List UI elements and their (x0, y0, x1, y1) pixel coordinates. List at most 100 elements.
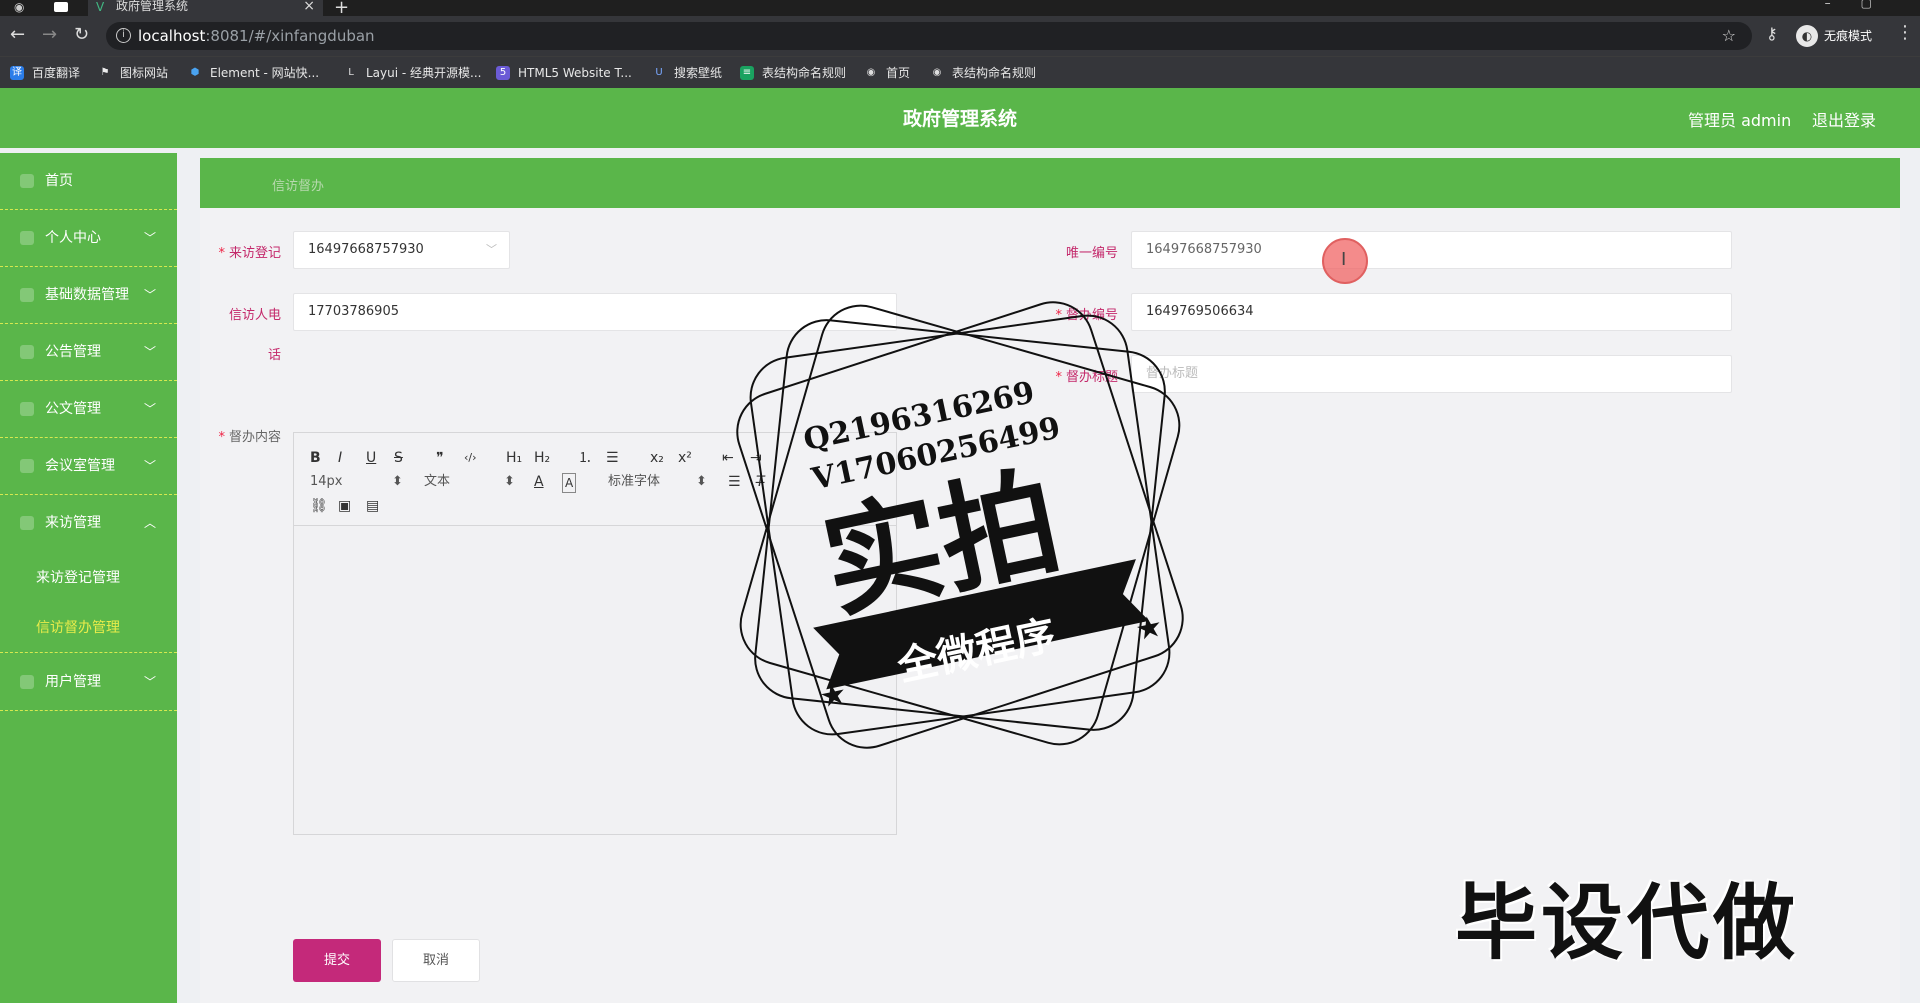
submit-button[interactable]: 提交 (293, 939, 381, 982)
back-icon[interactable]: ← (10, 24, 25, 45)
sidebar-subitem-petition-supervise[interactable]: 信访督办管理 (0, 603, 177, 653)
window-icon (54, 2, 68, 12)
supervise-title-input[interactable]: 督办标题 (1131, 355, 1732, 393)
phone-label: 信访人电 (228, 308, 281, 323)
image-icon[interactable]: ▣ (338, 497, 351, 515)
font-color-icon[interactable]: A (534, 473, 544, 491)
sidebar-item-document[interactable]: 公文管理 ﹀ (0, 381, 177, 438)
bookmark-item[interactable]: 5 HTML5 Website T... (496, 64, 632, 82)
bold-icon[interactable]: B (310, 449, 321, 467)
admin-label: 管理员 admin (1688, 111, 1792, 130)
supervise-no-input[interactable]: 1649769506634 (1131, 293, 1732, 331)
address-bar[interactable]: i localhost:8081/#/xinfangduban ☆ (106, 22, 1752, 50)
breadcrumb: 信访督办 (272, 179, 325, 194)
unique-no-input[interactable]: 16497668757930 (1131, 231, 1732, 269)
notice-icon (20, 345, 34, 359)
bookmark-item[interactable]: L Layui - 经典开源模... (344, 64, 481, 82)
sidebar-item-notice[interactable]: 公告管理 ﹀ (0, 324, 177, 381)
sidebar-item-users[interactable]: 用户管理 ﹀ (0, 654, 177, 711)
sidebar: 首页 个人中心 ﹀ 基础数据管理 ﹀ 公告管理 ﹀ 公文管理 ﹀ 会议室管理 ﹀ 来访管理… (0, 153, 177, 1003)
ordered-list-icon[interactable]: ⒈ (578, 449, 592, 467)
visit-icon (20, 516, 34, 530)
content-label: * 督办内容 (218, 430, 281, 445)
bookmark-item[interactable]: ◉ 表结构命名规则 (930, 64, 1036, 82)
chevron-down-icon: ﹀ (486, 243, 497, 256)
video-icon[interactable]: ▤ (366, 497, 379, 515)
h2-icon[interactable]: H₂ (534, 449, 550, 467)
background-color-icon[interactable]: A (562, 473, 577, 493)
bullet-list-icon[interactable]: ☰ (606, 449, 619, 467)
incognito-icon: ◐ (1796, 25, 1818, 47)
chevron-down-icon: ﹀ (144, 231, 157, 245)
unique-no-label: 唯一编号 (1065, 246, 1118, 261)
superscript-icon[interactable]: x² (678, 449, 692, 467)
incognito-label: 无痕模式 (1824, 29, 1873, 43)
more-menu-icon[interactable]: ⋮ (1896, 22, 1914, 43)
sidebar-item-profile[interactable]: 个人中心 ﹀ (0, 210, 177, 267)
sidebar-item-meeting[interactable]: 会议室管理 ﹀ (0, 438, 177, 495)
tab-title: 政府管理系统 (116, 0, 189, 13)
window-controls[interactable]: –▢ (1825, 0, 1902, 10)
home-icon (20, 174, 34, 188)
sidebar-subitem-visit-register[interactable]: 来访登记管理 (0, 553, 177, 603)
info-icon[interactable]: i (116, 28, 131, 43)
incognito-indicator[interactable]: ◐ 无痕模式 (1794, 22, 1872, 50)
bookmark-item[interactable]: ≡ 表结构命名规则 (740, 64, 846, 82)
h1-icon[interactable]: H₁ (506, 449, 522, 467)
watermark-stamp: Q2196316269 V17060256499 实拍 全微程序 ★ ★ (736, 301, 1184, 749)
key-icon[interactable]: ⚷ (1766, 24, 1778, 43)
bookmark-item[interactable]: ⬢ Element - 网站快... (188, 64, 319, 82)
logout-link[interactable]: 退出登录 (1812, 107, 1876, 131)
strike-icon[interactable]: S (394, 449, 403, 467)
italic-icon[interactable]: I (338, 449, 342, 467)
sidebar-item-visit[interactable]: 来访管理 ︿ (0, 495, 177, 552)
app-header: 政府管理系统 管理员 admin 退出登录 (0, 88, 1920, 148)
font-family-select[interactable]: 标准字体 ⬍ (608, 473, 707, 491)
user-icon (20, 231, 34, 245)
browser-tabstrip: ◉ V 政府管理系统 × + –▢ (0, 0, 1920, 18)
bookmark-item[interactable]: ⚑ 图标网站 (98, 64, 169, 82)
breadcrumb-bar: 信访督办 (200, 158, 1900, 208)
quote-icon[interactable]: ❞ (436, 449, 444, 467)
block-format-select[interactable]: 文本 ⬍ (424, 473, 515, 491)
code-icon[interactable]: ‹/› (464, 449, 477, 467)
bookmark-star-icon[interactable]: ☆ (1722, 22, 1736, 50)
visit-register-label: * 来访登记 (218, 246, 281, 261)
browser-menu-icon[interactable]: ◉ (14, 0, 24, 14)
browser-toolbar: ← → ↻ i localhost:8081/#/xinfangduban ☆ … (0, 16, 1920, 56)
chevron-down-icon: ﹀ (144, 402, 157, 416)
bookmark-item[interactable]: U 搜索壁纸 (652, 64, 722, 82)
link-icon[interactable]: ⛓ (310, 497, 328, 515)
star-icon: ★ (1132, 609, 1166, 649)
chevron-down-icon: ﹀ (144, 288, 157, 302)
close-tab-icon[interactable]: × (303, 0, 315, 13)
font-size-select[interactable]: 14px ⬍ (310, 473, 403, 491)
chevron-up-icon: ︿ (144, 516, 157, 530)
url-host: localhost (138, 27, 206, 45)
watermark-bottom-text: 毕设代做 (1455, 876, 1800, 971)
underline-icon[interactable]: U (366, 449, 376, 467)
meeting-icon (20, 459, 34, 473)
bookmark-item[interactable]: ◉ 首页 (864, 64, 910, 82)
sidebar-item-home[interactable]: 首页 (0, 153, 177, 210)
bookmark-item[interactable]: 译百度翻译 (10, 64, 80, 82)
chevron-down-icon: ﹀ (144, 345, 157, 359)
url-path: :8081/#/xinfangduban (205, 27, 375, 45)
app-title: 政府管理系统 (902, 108, 1017, 130)
chevron-down-icon: ﹀ (144, 459, 157, 473)
phone-label-cont: 话 (267, 348, 281, 363)
database-icon (20, 288, 34, 302)
sidebar-item-basedata[interactable]: 基础数据管理 ﹀ (0, 267, 177, 324)
vue-icon: V (96, 0, 105, 14)
visit-register-select[interactable]: 16497668757930 ﹀ (293, 231, 510, 269)
subscript-icon[interactable]: x₂ (650, 449, 664, 467)
mouse-cursor-highlight: I (1322, 238, 1368, 284)
browser-tab[interactable]: V 政府管理系统 × (88, 0, 323, 16)
chevron-down-icon: ﹀ (144, 675, 157, 689)
cancel-button[interactable]: 取消 (392, 939, 480, 982)
text-cursor-icon: I (1341, 249, 1347, 270)
users-icon (20, 675, 34, 689)
forward-icon[interactable]: → (42, 24, 57, 45)
reload-icon[interactable]: ↻ (74, 24, 89, 45)
bookmarks-bar: 译百度翻译 ⚑ 图标网站 ⬢ Element - 网站快... L Layui - 经… (0, 56, 1920, 88)
